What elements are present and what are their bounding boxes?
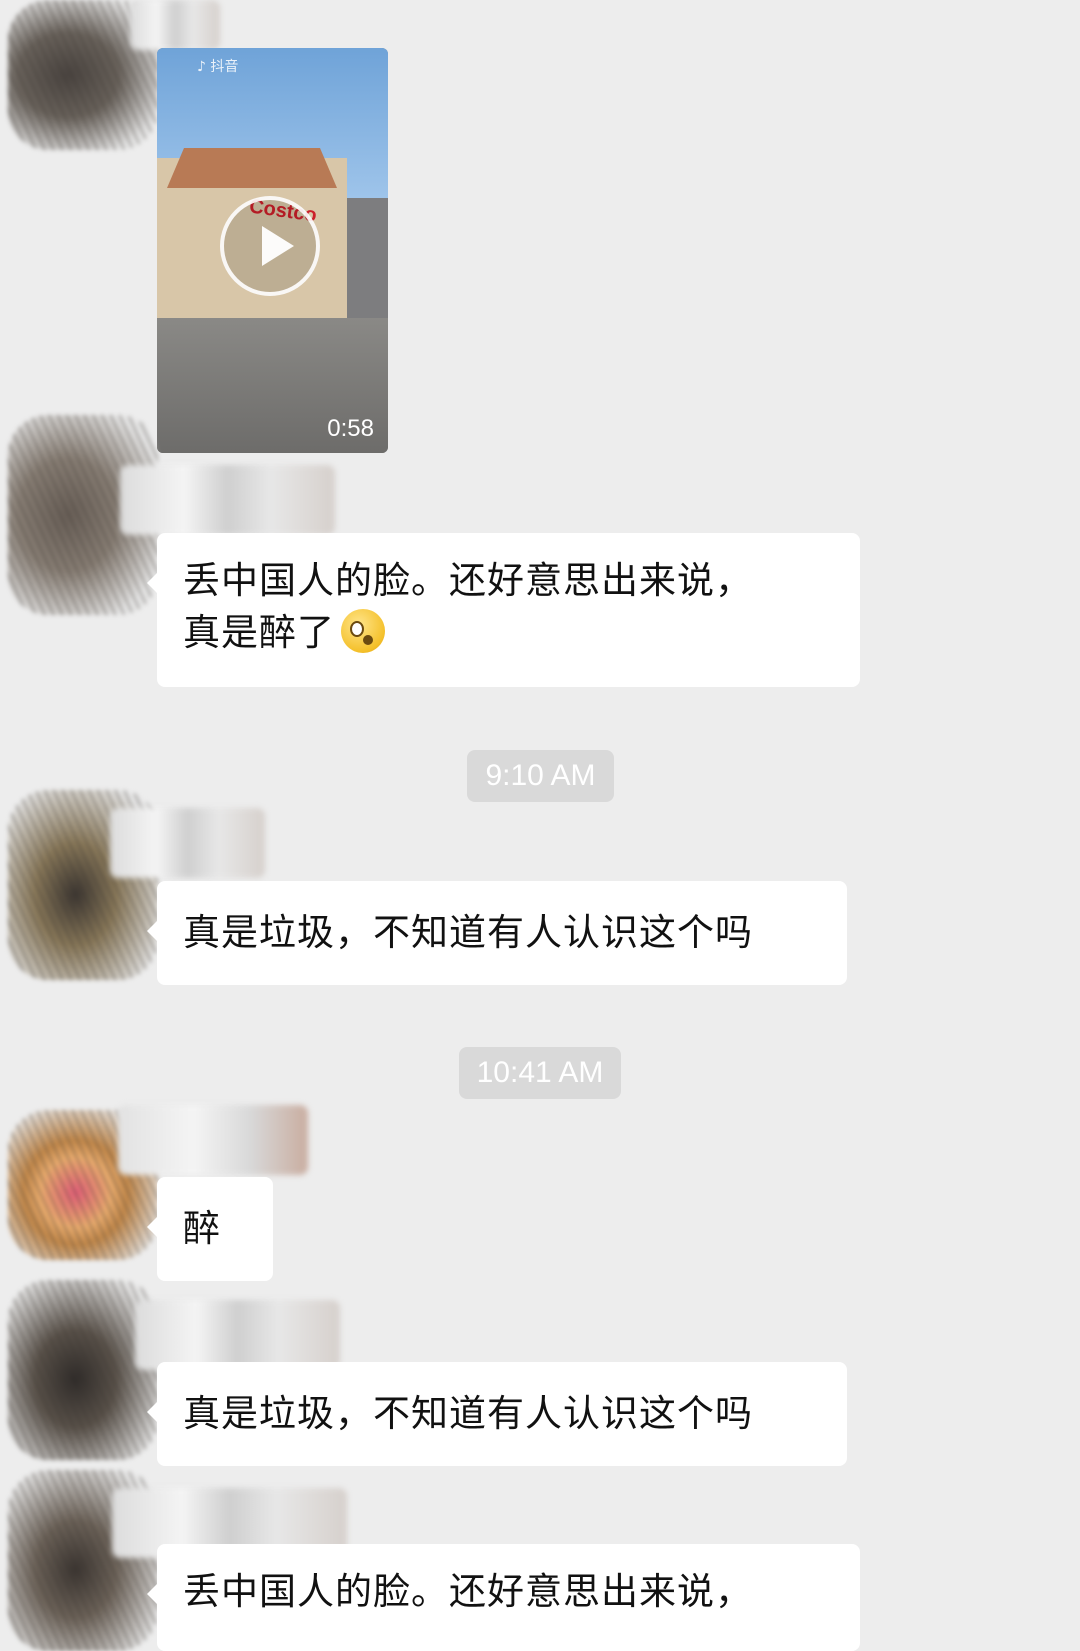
video-message[interactable]: Costco ♪ 抖音 0:58 <box>157 48 388 453</box>
sender-name-blurred <box>120 465 335 535</box>
message-text: 丢中国人的脸。还好意思出来说， <box>183 1570 753 1613</box>
chat-window: Costco ♪ 抖音 0:58 丢中国人的脸。还好意思出来说， 真是醉了 9:… <box>0 0 1080 1651</box>
play-triangle-icon <box>262 226 294 266</box>
sender-name-blurred <box>135 1300 340 1370</box>
sender-name-blurred <box>118 1105 308 1175</box>
play-icon[interactable] <box>220 196 320 296</box>
message-bubble[interactable]: 醉 <box>147 1177 273 1281</box>
flushed-face-emoji-icon <box>341 609 385 653</box>
video-thumbnail-roof <box>167 148 337 188</box>
message-text: 真是垃圾，不知道有人认识这个吗 <box>183 1392 753 1435</box>
timestamp-pill: 10:41 AM <box>459 1047 621 1099</box>
message-text: 真是醉了 <box>183 611 335 654</box>
sender-name-blurred <box>130 0 220 50</box>
video-duration: 0:58 <box>327 415 374 442</box>
message-bubble[interactable]: 真是垃圾，不知道有人认识这个吗 <box>147 881 847 985</box>
video-watermark: ♪ 抖音 <box>197 59 239 75</box>
message-bubble[interactable]: 丢中国人的脸。还好意思出来说， <box>147 1544 860 1651</box>
message-text: 丢中国人的脸。还好意思出来说， <box>183 559 753 602</box>
timestamp-pill: 9:10 AM <box>467 750 614 802</box>
message-bubble[interactable]: 真是垃圾，不知道有人认识这个吗 <box>147 1362 847 1466</box>
message-bubble[interactable]: 丢中国人的脸。还好意思出来说， 真是醉了 <box>147 533 860 687</box>
message-text: 真是垃圾，不知道有人认识这个吗 <box>183 911 753 954</box>
sender-name-blurred <box>110 808 265 878</box>
message-text: 醉 <box>183 1207 221 1250</box>
